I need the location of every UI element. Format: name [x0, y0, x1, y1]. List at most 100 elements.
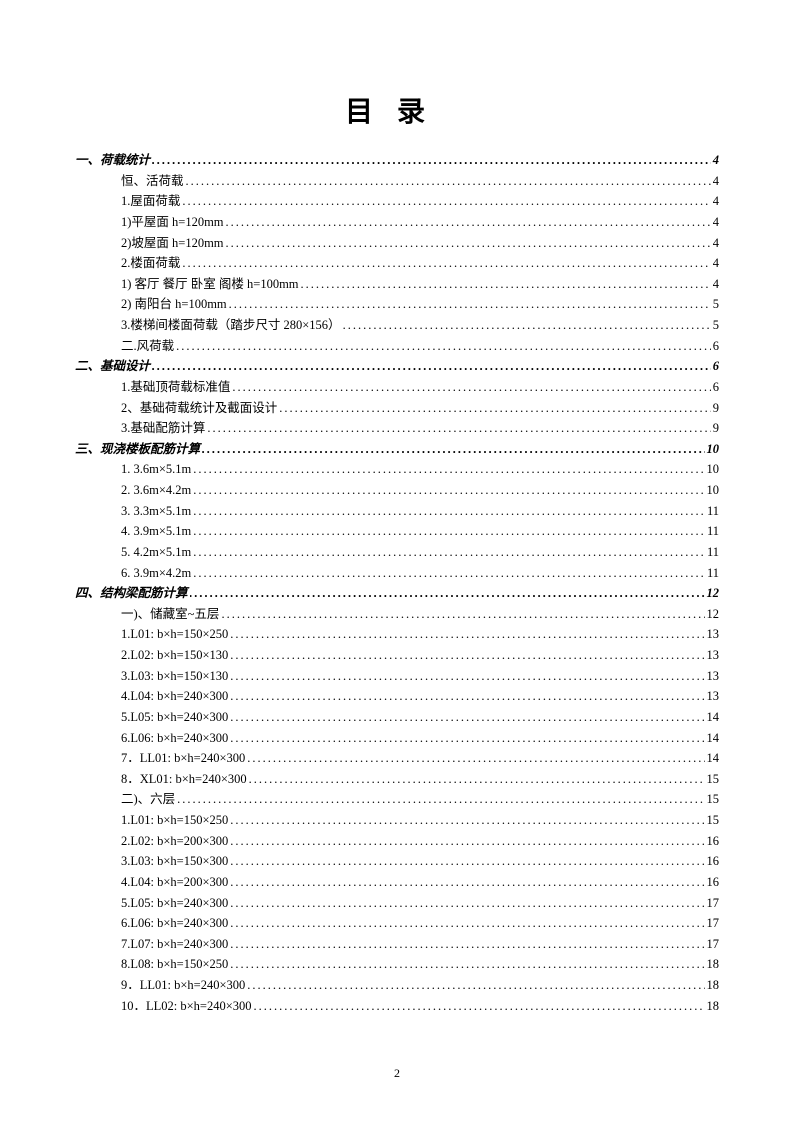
- toc-entry: 3.L03: b×h=150×130 13: [75, 666, 719, 687]
- toc-entry: 2. 3.6m×4.2m 10: [75, 480, 719, 501]
- toc-leader-dots: [279, 398, 710, 419]
- toc-entry: 5.L05: b×h=240×300 17: [75, 893, 719, 914]
- toc-leader-dots: [182, 191, 710, 212]
- toc-entry: 6.L06: b×h=240×30017: [75, 913, 719, 934]
- toc-entry-label: 2)坡屋面 h=120mm: [121, 233, 224, 254]
- toc-entry-page: 18: [707, 975, 720, 996]
- toc-entry-page: 10: [707, 480, 720, 501]
- toc-entry: 10．LL02: b×h=240×30018: [75, 996, 719, 1017]
- toc-entry: 4. 3.9m×5.1m11: [75, 521, 719, 542]
- toc-entry-page: 4: [713, 191, 719, 212]
- toc-entry-page: 17: [707, 893, 720, 914]
- toc-entry-page: 14: [707, 728, 720, 749]
- toc-entry-page: 16: [707, 851, 720, 872]
- toc-entry-label: 二)、六层: [121, 789, 175, 810]
- toc-entry: 3.L03: b×h=150×30016: [75, 851, 719, 872]
- toc-leader-dots: [226, 233, 711, 254]
- toc-leader-dots: [230, 728, 704, 749]
- toc-entry-label: 2.L02: b×h=150×130: [121, 645, 228, 666]
- toc-entry-page: 10: [707, 439, 720, 460]
- toc-entry: 7．LL01: b×h=240×30014: [75, 748, 719, 769]
- toc-leader-dots: [230, 810, 704, 831]
- toc-leader-dots: [193, 480, 704, 501]
- toc-leader-dots: [230, 872, 704, 893]
- toc-entry-page: 11: [707, 542, 719, 563]
- toc-entry-page: 13: [707, 624, 720, 645]
- toc-entry-page: 11: [707, 501, 719, 522]
- toc-entry: 9．LL01: b×h=240×30018: [75, 975, 719, 996]
- toc-entry-page: 5: [713, 315, 719, 336]
- toc-leader-dots: [230, 954, 704, 975]
- toc-entry: 1) 客厅 餐厅 卧室 阁楼 h=100mm4: [75, 274, 719, 295]
- toc-entry: 2.L02: b×h=150×130 13: [75, 645, 719, 666]
- page-number: 2: [0, 1066, 794, 1081]
- toc-entry: 一)、储藏室~五层12: [75, 604, 719, 625]
- toc-entry-label: 4.L04: b×h=200×300: [121, 872, 228, 893]
- toc-leader-dots: [301, 274, 711, 295]
- toc-entry-label: 5. 4.2m×5.1m: [121, 542, 191, 563]
- toc-entry-page: 5: [713, 294, 719, 315]
- toc-leader-dots: [254, 996, 705, 1017]
- toc-entry-label: 2) 南阳台 h=100mm: [121, 294, 227, 315]
- toc-leader-dots: [193, 563, 705, 584]
- toc-entry: 1)平屋面 h=120mm4: [75, 212, 719, 233]
- toc-entry-page: 9: [713, 398, 719, 419]
- toc-leader-dots: [190, 583, 705, 604]
- toc-entry-page: 9: [713, 418, 719, 439]
- toc-entry-page: 17: [707, 913, 720, 934]
- toc-entry: 3. 3.3m×5.1m11: [75, 501, 719, 522]
- toc-entry-page: 4: [713, 171, 719, 192]
- toc-leader-dots: [229, 294, 711, 315]
- toc-entry: 3.基础配筋计算9: [75, 418, 719, 439]
- toc-leader-dots: [186, 171, 711, 192]
- toc-entry: 1.L01: b×h=150×250 15: [75, 810, 719, 831]
- toc-entry-label: 2. 3.6m×4.2m: [121, 480, 191, 501]
- toc-entry-label: 恒、活荷载: [121, 171, 184, 192]
- toc-entry-page: 14: [707, 707, 720, 728]
- toc-entry: 7.L07: b×h=240×30017: [75, 934, 719, 955]
- toc-leader-dots: [230, 913, 704, 934]
- toc-entry-page: 13: [707, 645, 720, 666]
- toc-entry-page: 11: [707, 563, 719, 584]
- toc-leader-dots: [226, 212, 711, 233]
- toc-leader-dots: [182, 253, 710, 274]
- document-page: 目录 一、荷载统计4恒、活荷载41.屋面荷载41)平屋面 h=120mm42)坡…: [0, 0, 794, 1123]
- toc-leader-dots: [193, 501, 705, 522]
- toc-leader-dots: [193, 521, 705, 542]
- toc-leader-dots: [193, 459, 704, 480]
- toc-entry: 2、基础荷载统计及截面设计9: [75, 398, 719, 419]
- toc-leader-dots: [343, 315, 711, 336]
- table-of-contents: 一、荷载统计 4 恒、活荷载 41.屋面荷载 41)平屋面 h=120mm42)坡屋面 …: [75, 150, 719, 1016]
- toc-leader-dots: [152, 150, 711, 171]
- toc-leader-dots: [176, 336, 711, 357]
- toc-leader-dots: [247, 975, 704, 996]
- toc-entry-label: 1. 3.6m×5.1m: [121, 459, 191, 480]
- toc-entry-label: 8.L08: b×h=150×250: [121, 954, 228, 975]
- toc-entry: 2.L02: b×h=200×30016: [75, 831, 719, 852]
- toc-entry: 1.屋面荷载 4: [75, 191, 719, 212]
- toc-entry-page: 15: [707, 769, 720, 790]
- toc-entry-label: 8．XL01: b×h=240×300: [121, 769, 247, 790]
- toc-entry-page: 13: [707, 666, 720, 687]
- toc-entry: 2.楼面荷载4: [75, 253, 719, 274]
- toc-entry-page: 18: [707, 954, 720, 975]
- toc-entry-label: 1.屋面荷载: [121, 191, 180, 212]
- toc-entry-label: 3.L03: b×h=150×130: [121, 666, 228, 687]
- toc-entry-label: 1.L01: b×h=150×250: [121, 810, 228, 831]
- toc-entry-label: 二、基础设计: [75, 356, 150, 377]
- toc-entry: 4.L04: b×h=200×30016: [75, 872, 719, 893]
- toc-entry-label: 一、荷载统计: [75, 150, 150, 171]
- toc-entry-page: 13: [707, 686, 720, 707]
- toc-leader-dots: [230, 707, 704, 728]
- toc-entry-label: 7．LL01: b×h=240×300: [121, 748, 245, 769]
- toc-leader-dots: [230, 831, 704, 852]
- toc-leader-dots: [230, 686, 704, 707]
- toc-entry-page: 15: [707, 810, 720, 831]
- toc-leader-dots: [247, 748, 704, 769]
- toc-entry-label: 三、现浇楼板配筋计算: [75, 439, 200, 460]
- toc-entry-label: 3.楼梯间楼面荷载（踏步尺寸 280×156）: [121, 315, 341, 336]
- toc-entry-label: 5.L05: b×h=240×300: [121, 893, 228, 914]
- toc-entry: 二.风荷载6: [75, 336, 719, 357]
- toc-entry-label: 1)平屋面 h=120mm: [121, 212, 224, 233]
- toc-entry-page: 18: [707, 996, 720, 1017]
